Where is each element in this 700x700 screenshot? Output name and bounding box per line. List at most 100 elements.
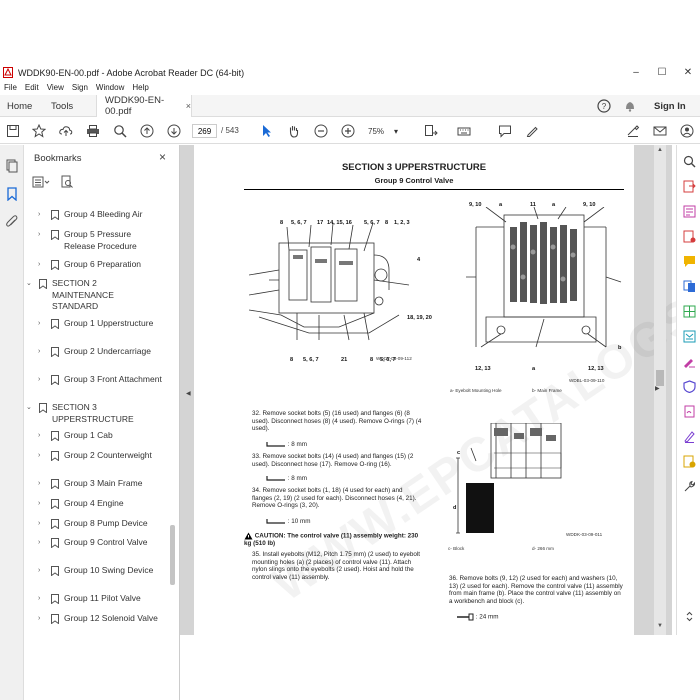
zoom-in-icon[interactable] xyxy=(339,122,357,140)
menu-edit[interactable]: Edit xyxy=(25,83,39,92)
close-window-button[interactable]: ✕ xyxy=(674,65,700,80)
section-title: SECTION 3 UPPERSTRUCTURE xyxy=(341,162,487,173)
notification-bell-icon[interactable] xyxy=(623,99,637,113)
tab-home[interactable]: Home xyxy=(7,95,32,117)
document-viewport[interactable]: ◀ WWW.EPCATALOGS.COM SECTION 3 UPPERSTRU… xyxy=(180,145,700,635)
organize-pages-icon[interactable] xyxy=(683,305,696,318)
bookmarks-scrollbar[interactable] xyxy=(168,193,176,693)
bookmark-ribbon-icon xyxy=(51,260,59,270)
sign-pen-icon[interactable] xyxy=(683,430,696,443)
send-for-signature-icon[interactable] xyxy=(683,405,696,418)
collapse-right-panel-icon[interactable]: ▶ xyxy=(655,385,660,392)
highlight-pen-icon[interactable] xyxy=(523,122,541,140)
fill-and-sign-icon[interactable] xyxy=(683,355,696,368)
menu-sign[interactable]: Sign xyxy=(72,83,88,92)
menu-window[interactable]: Window xyxy=(96,83,124,92)
find-bookmark-icon[interactable] xyxy=(60,175,74,189)
maximize-button[interactable]: ☐ xyxy=(648,65,676,80)
caution-label: CAUTION: xyxy=(254,532,286,540)
step-35: 35. Install eyebolts (M12, Pitch 1.75 mm… xyxy=(252,551,420,581)
hand-tool-icon[interactable] xyxy=(285,122,303,140)
print-icon[interactable] xyxy=(84,122,102,140)
compress-pdf-icon[interactable] xyxy=(683,330,696,343)
bookmark-ribbon-icon xyxy=(39,403,47,413)
export-pdf-icon[interactable] xyxy=(683,180,696,193)
combine-files-icon[interactable] xyxy=(683,280,696,293)
bookmark-ribbon-icon xyxy=(51,594,59,604)
select-cursor-icon[interactable] xyxy=(258,122,276,140)
chevron-right-icon[interactable]: › xyxy=(38,346,40,358)
chevron-right-icon[interactable]: › xyxy=(38,498,40,510)
chevron-right-icon[interactable]: › xyxy=(38,259,40,271)
page-number-input[interactable] xyxy=(192,124,217,138)
page-thumbnails-icon[interactable] xyxy=(5,159,19,173)
next-page-icon[interactable] xyxy=(165,122,183,140)
chevron-down-icon: ▾ xyxy=(393,126,398,136)
more-tools-icon[interactable] xyxy=(683,480,696,493)
bookmark-star-icon[interactable] xyxy=(30,122,48,140)
keyboard-icon[interactable] xyxy=(455,122,473,140)
collapse-tools-icon[interactable] xyxy=(683,610,696,623)
bookmark-ribbon-icon xyxy=(51,566,59,576)
rich-media-icon[interactable] xyxy=(683,455,696,468)
chevron-right-icon[interactable]: › xyxy=(38,450,40,462)
scroll-down-icon[interactable]: ▼ xyxy=(657,623,663,629)
tab-document[interactable]: WDDK90-EN-00.pdf × xyxy=(96,95,192,117)
tab-document-label: WDDK90-EN-00.pdf xyxy=(105,95,165,117)
bookmark-ribbon-icon xyxy=(51,479,59,489)
chevron-down-icon[interactable]: ⌄ xyxy=(26,278,32,290)
minimize-button[interactable]: – xyxy=(622,65,650,80)
chevron-down-icon[interactable]: ⌄ xyxy=(26,402,32,414)
sign-in-link[interactable]: Sign In xyxy=(654,95,686,117)
upload-cloud-icon[interactable] xyxy=(57,122,75,140)
email-icon[interactable] xyxy=(651,122,669,140)
edit-pdf-icon[interactable] xyxy=(683,205,696,218)
chevron-right-icon[interactable]: › xyxy=(38,478,40,490)
chevron-right-icon[interactable]: › xyxy=(38,565,40,577)
zoom-level-dropdown[interactable]: 75% ▾ xyxy=(366,124,400,138)
chevron-right-icon[interactable]: › xyxy=(38,229,40,241)
collapse-left-panel-icon[interactable]: ◀ xyxy=(186,390,191,397)
bookmarks-panel-icon[interactable] xyxy=(5,187,19,201)
zoom-search-icon[interactable] xyxy=(111,122,129,140)
bookmark-label: Group 1 Cab xyxy=(64,430,113,440)
protect-shield-icon[interactable] xyxy=(683,380,696,393)
bookmark-options-icon[interactable] xyxy=(32,175,50,189)
bookmark-ribbon-icon xyxy=(51,538,59,548)
attachments-paperclip-icon[interactable] xyxy=(5,215,19,229)
previous-page-icon[interactable] xyxy=(138,122,156,140)
tab-close-icon[interactable]: × xyxy=(186,101,191,111)
close-panel-icon[interactable]: × xyxy=(159,150,166,164)
chevron-right-icon[interactable]: › xyxy=(38,430,40,442)
fill-sign-icon[interactable] xyxy=(624,122,642,140)
chevron-right-icon[interactable]: › xyxy=(38,374,40,386)
document-scroll-thumb[interactable] xyxy=(656,370,664,386)
search-tool-icon[interactable] xyxy=(683,155,696,168)
account-icon[interactable] xyxy=(678,122,696,140)
chevron-right-icon[interactable]: › xyxy=(38,209,40,221)
comment-tool-icon[interactable] xyxy=(683,255,696,268)
chevron-right-icon[interactable]: › xyxy=(38,518,40,530)
tools-rail xyxy=(676,145,700,635)
bookmark-label: Group 2 Counterweight xyxy=(64,450,152,460)
help-icon[interactable]: ? xyxy=(597,99,611,113)
chevron-right-icon[interactable]: › xyxy=(38,537,40,549)
menu-file[interactable]: File xyxy=(4,83,17,92)
fig3-code: WDDK-03-09-011 xyxy=(566,532,603,537)
page-display-icon[interactable] xyxy=(422,122,440,140)
chevron-right-icon[interactable]: › xyxy=(38,593,40,605)
create-pdf-icon[interactable] xyxy=(683,230,696,243)
tab-tools[interactable]: Tools xyxy=(51,95,73,117)
menu-help[interactable]: Help xyxy=(132,83,148,92)
comment-icon[interactable] xyxy=(496,122,514,140)
zoom-out-icon[interactable] xyxy=(312,122,330,140)
chevron-right-icon[interactable]: › xyxy=(38,318,40,330)
scroll-up-icon[interactable]: ▲ xyxy=(657,147,663,153)
menu-view[interactable]: View xyxy=(47,83,64,92)
chevron-right-icon[interactable]: › xyxy=(38,613,40,625)
save-icon[interactable] xyxy=(4,122,22,140)
bookmarks-scroll-thumb[interactable] xyxy=(170,525,175,585)
group-title: Group 9 Control Valve xyxy=(374,176,454,185)
bookmark-ribbon-icon xyxy=(51,451,59,461)
step-33-tool: : 8 mm xyxy=(266,475,416,483)
